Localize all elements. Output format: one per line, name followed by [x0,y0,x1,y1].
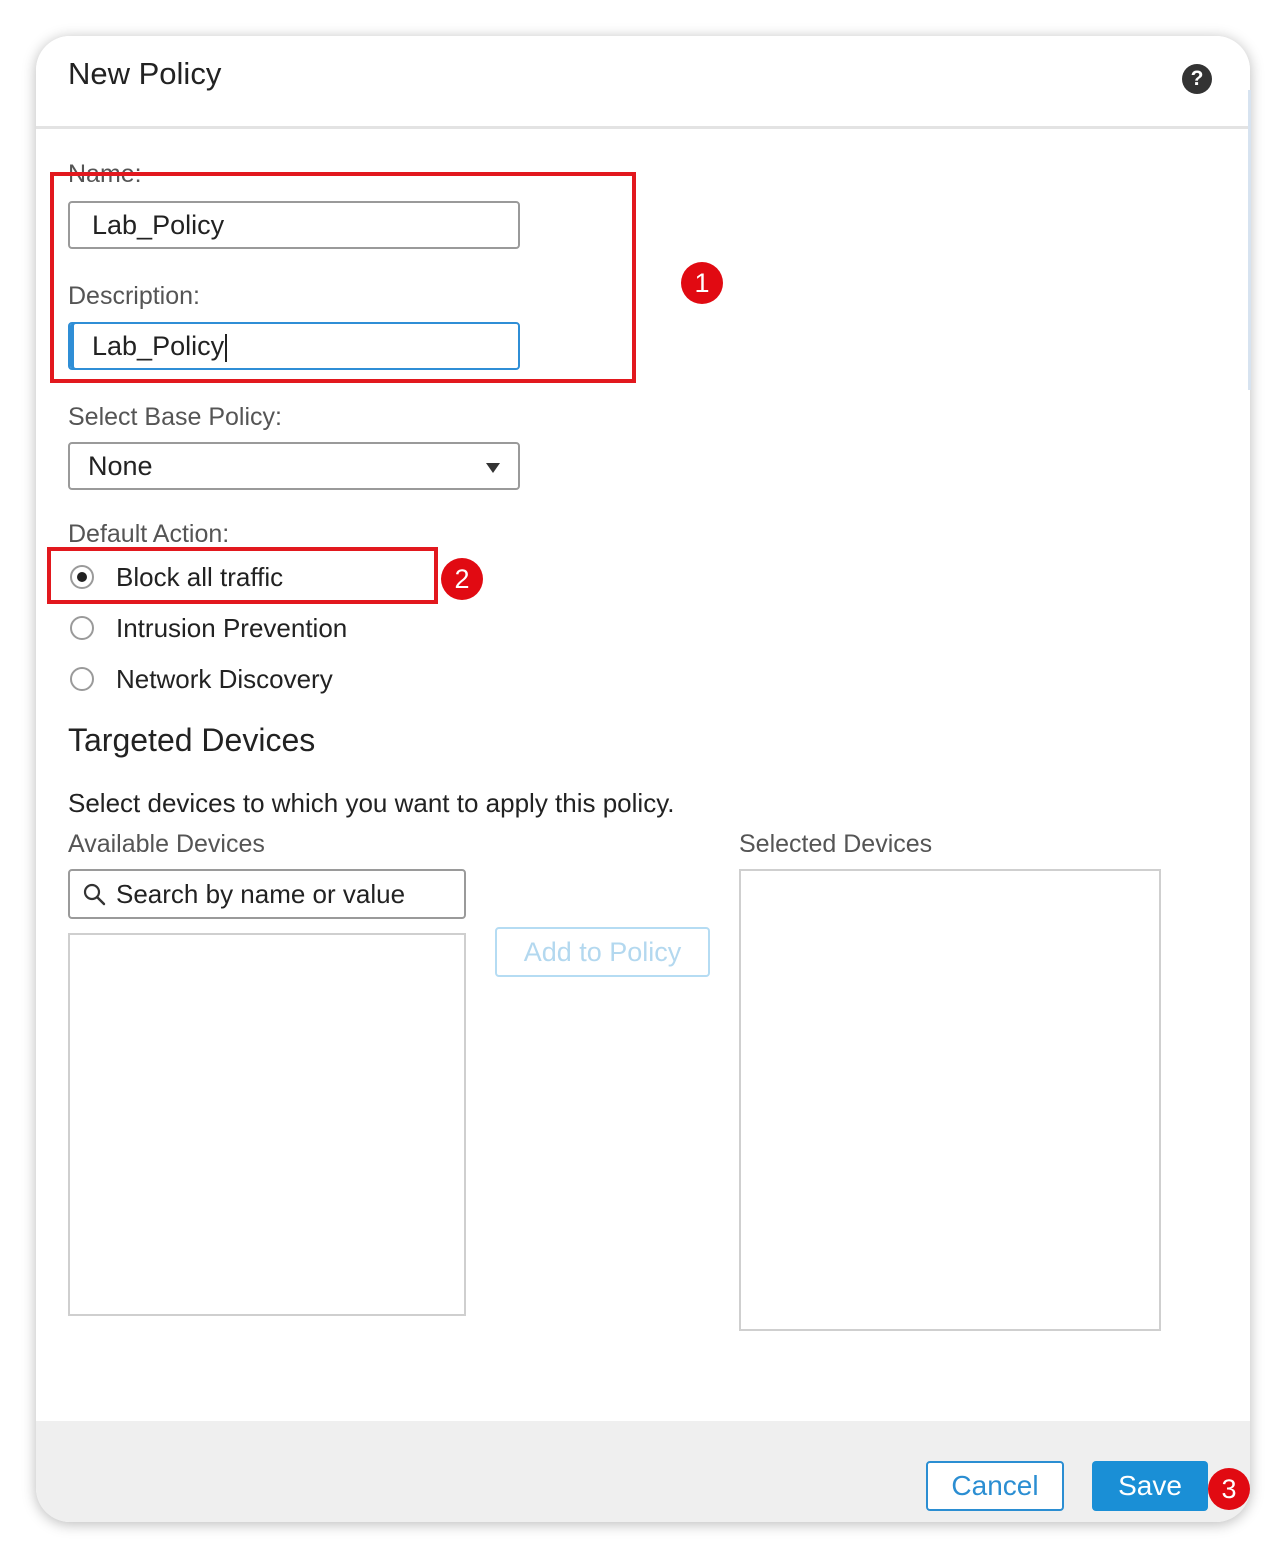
selected-devices-label: Selected Devices [739,830,933,858]
dialog-footer [36,1421,1250,1522]
help-icon[interactable]: ? [1182,64,1212,94]
add-to-policy-button[interactable]: Add to Policy [495,927,710,977]
radio-label: Network Discovery [116,663,333,694]
radio-label: Intrusion Prevention [116,612,348,643]
selected-devices-list[interactable] [739,869,1161,1331]
base-policy-value: None [88,451,153,481]
search-icon [83,883,106,906]
step-badge-1: 1 [681,262,723,304]
save-button[interactable]: Save [1092,1461,1208,1511]
dialog-title: New Policy [68,56,222,91]
dialog-header: New Policy ? [36,36,1250,129]
search-placeholder: Search by name or value [116,879,406,909]
base-policy-label: Select Base Policy: [68,403,282,431]
base-policy-select[interactable]: None [68,442,520,490]
step-badge-3: 3 [1208,1468,1250,1510]
targeted-devices-heading: Targeted Devices [68,722,316,758]
available-devices-label: Available Devices [68,830,265,858]
targeted-devices-description: Select devices to which you want to appl… [68,788,675,818]
default-action-label: Default Action: [68,520,230,548]
step-badge-2: 2 [441,558,483,600]
device-search-input[interactable]: Search by name or value [68,869,466,919]
radio-button[interactable] [70,616,94,640]
available-devices-list[interactable] [68,933,466,1316]
radio-button[interactable] [70,667,94,691]
highlight-box-name-description [50,172,636,383]
radio-network-discovery[interactable]: Network Discovery [70,659,333,699]
radio-intrusion-prevention[interactable]: Intrusion Prevention [70,608,347,648]
dropdown-arrow-icon [486,463,500,473]
highlight-box-default-action [47,547,438,604]
cancel-button[interactable]: Cancel [926,1461,1064,1511]
background-edge [1248,90,1251,390]
